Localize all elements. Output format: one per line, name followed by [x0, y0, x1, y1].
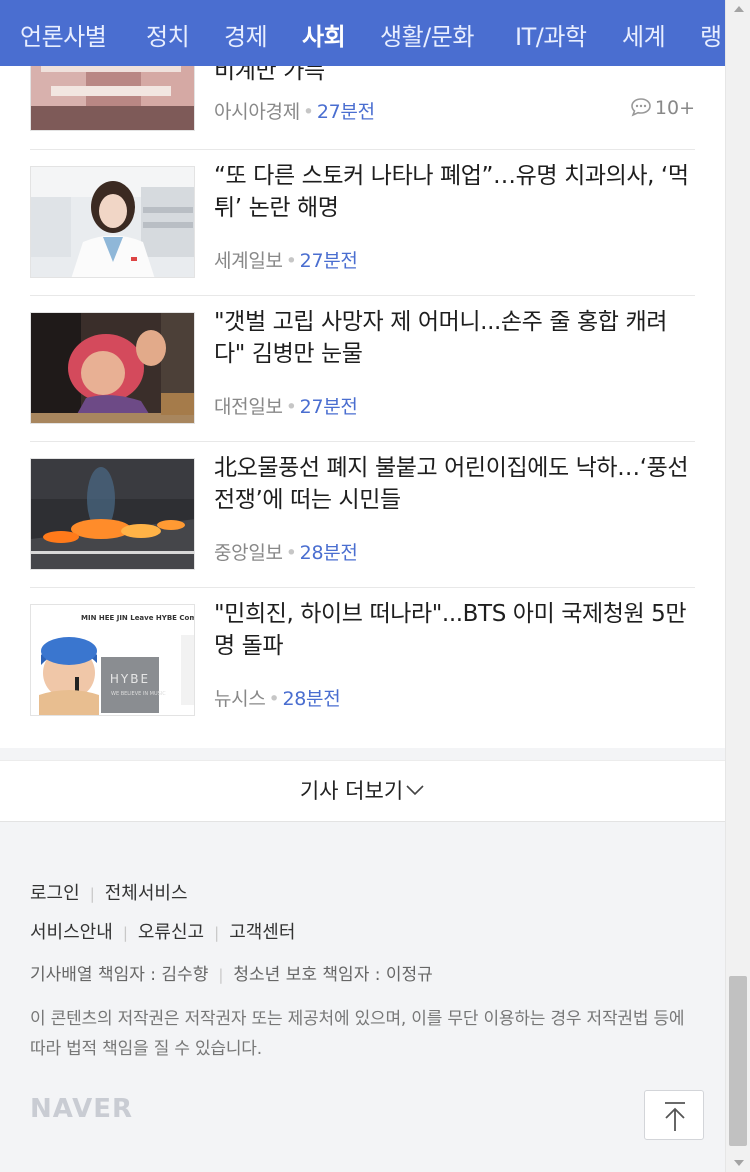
youth-protection-info[interactable]: 청소년 보호 책임자 : 이정규	[233, 965, 432, 985]
service-info-link[interactable]: 서비스안내	[30, 922, 113, 943]
scroll-up-arrow-icon[interactable]	[734, 6, 744, 12]
article-meta: 대전일보 • 27분전	[214, 392, 358, 419]
naver-logo[interactable]: NAVER	[30, 1094, 133, 1124]
tab-press[interactable]: 언론사별	[20, 17, 107, 52]
article-time: 27분전	[299, 250, 358, 272]
comment-count[interactable]: 10+	[630, 97, 695, 119]
article-time: 27분전	[316, 101, 375, 123]
article-thumbnail[interactable]	[30, 458, 195, 570]
comment-icon	[631, 98, 651, 117]
separator-dot: •	[268, 688, 280, 710]
article-editor-info[interactable]: 기사배열 책임자 : 김수향	[30, 965, 208, 985]
copyright-notice: 이 콘텐츠의 저작권은 저작권자 또는 제공처에 있으며, 이를 무단 이용하는…	[30, 1009, 685, 1059]
separator-dot: •	[285, 250, 297, 272]
thumbnail-slogan: WE BELIEVE IN MUSIC	[111, 691, 166, 697]
article-source[interactable]: 대전일보	[214, 396, 283, 418]
separator-dot: •	[285, 542, 297, 564]
article-meta: 뉴시스 • 28분전	[214, 684, 341, 711]
list-item[interactable]: "갯벌 고립 사망자 제 어머니...손주 줄 홍합 캐려다" 김병만 눈물 대…	[30, 296, 695, 442]
tab-it-science[interactable]: IT/과학	[515, 17, 587, 52]
article-thumbnail[interactable]	[30, 166, 195, 278]
article-source[interactable]: 세계일보	[214, 250, 283, 272]
customer-center-link[interactable]: 고객센터	[229, 922, 295, 943]
error-report-link[interactable]: 오류신고	[138, 922, 204, 943]
scrollbar[interactable]	[725, 0, 750, 1172]
more-articles-label: 기사 더보기	[299, 779, 404, 803]
list-item[interactable]: “또 다른 스토커 나타나 폐업”…유명 치과의사, ‘먹튀’ 논란 해명 세계…	[30, 150, 695, 296]
more-articles-button[interactable]: 기사 더보기	[0, 760, 725, 822]
divider: |	[122, 924, 128, 942]
article-title[interactable]: "갯벌 고립 사망자 제 어머니...손주 줄 홍합 캐려다" 김병만 눈물	[214, 306, 694, 370]
tab-politics[interactable]: 정치	[146, 17, 190, 52]
thumbnail-brand: HYBE	[110, 672, 150, 686]
all-services-link[interactable]: 전체서비스	[105, 883, 188, 904]
article-title[interactable]: “또 다른 스토커 나타나 폐업”…유명 치과의사, ‘먹튀’ 논란 해명	[214, 160, 694, 224]
back-to-top-button[interactable]	[644, 1090, 704, 1140]
scroll-down-arrow-icon[interactable]	[734, 1160, 744, 1166]
tab-society[interactable]: 사회	[302, 17, 346, 52]
scrollbar-thumb[interactable]	[729, 976, 747, 1146]
article-time: 28분전	[299, 542, 358, 564]
tab-economy[interactable]: 경제	[224, 17, 268, 52]
tab-world[interactable]: 세계	[622, 17, 666, 52]
login-link[interactable]: 로그인	[30, 883, 80, 904]
chevron-down-icon	[406, 785, 424, 796]
article-meta: 세계일보 • 27분전	[214, 246, 358, 273]
separator-dot: •	[302, 101, 314, 123]
arrow-up-icon	[665, 1102, 685, 1131]
article-source[interactable]: 아시아경제	[214, 101, 300, 123]
footer-responsibles: 기사배열 책임자 : 김수향 | 청소년 보호 책임자 : 이정규	[30, 960, 433, 985]
footer-links-row2: 서비스안내 | 오류신고 | 고객센터	[30, 918, 295, 944]
divider: |	[218, 966, 224, 984]
page: 비계만 가득 아시아경제 • 27분전 10+ “또 다른 스토커 나타나 폐업…	[0, 0, 725, 1172]
article-thumbnail[interactable]: MIN HEE JIN Leave HYBE Comp HYBE WE BELI…	[30, 604, 195, 716]
article-time: 27분전	[299, 396, 358, 418]
article-source[interactable]: 중앙일보	[214, 542, 283, 564]
tab-ranking[interactable]: 랭	[700, 17, 722, 52]
divider: |	[214, 924, 220, 942]
tab-life-culture[interactable]: 생활/문화	[380, 17, 474, 52]
article-source[interactable]: 뉴시스	[214, 688, 266, 710]
divider: |	[89, 885, 95, 903]
article-title[interactable]: "민희진, 하이브 떠나라"...BTS 아미 국제청원 5만명 돌파	[214, 598, 694, 662]
category-nav: 언론사별 정치 경제 사회 생활/문화 IT/과학 세계 랭	[0, 0, 725, 66]
article-meta: 중앙일보 • 28분전	[214, 538, 358, 565]
list-item[interactable]: MIN HEE JIN Leave HYBE Comp HYBE WE BELI…	[30, 588, 695, 734]
footer-links-row1: 로그인 | 전체서비스	[30, 879, 188, 905]
separator-dot: •	[285, 396, 297, 418]
article-list: 비계만 가득 아시아경제 • 27분전 10+ “또 다른 스토커 나타나 폐업…	[0, 0, 725, 748]
list-item[interactable]: 北오물풍선 폐지 불붙고 어린이집에도 낙하…‘풍선전쟁’에 떠는 시민들 중앙…	[30, 442, 695, 588]
article-thumbnail[interactable]	[30, 312, 195, 424]
article-meta: 아시아경제 • 27분전	[214, 97, 375, 124]
comment-count-value: 10+	[654, 97, 695, 119]
article-title[interactable]: 北오물풍선 폐지 불붙고 어린이집에도 낙하…‘풍선전쟁’에 떠는 시민들	[214, 452, 694, 516]
article-time: 28분전	[282, 688, 341, 710]
thumbnail-headline: MIN HEE JIN Leave HYBE Comp	[81, 614, 195, 622]
